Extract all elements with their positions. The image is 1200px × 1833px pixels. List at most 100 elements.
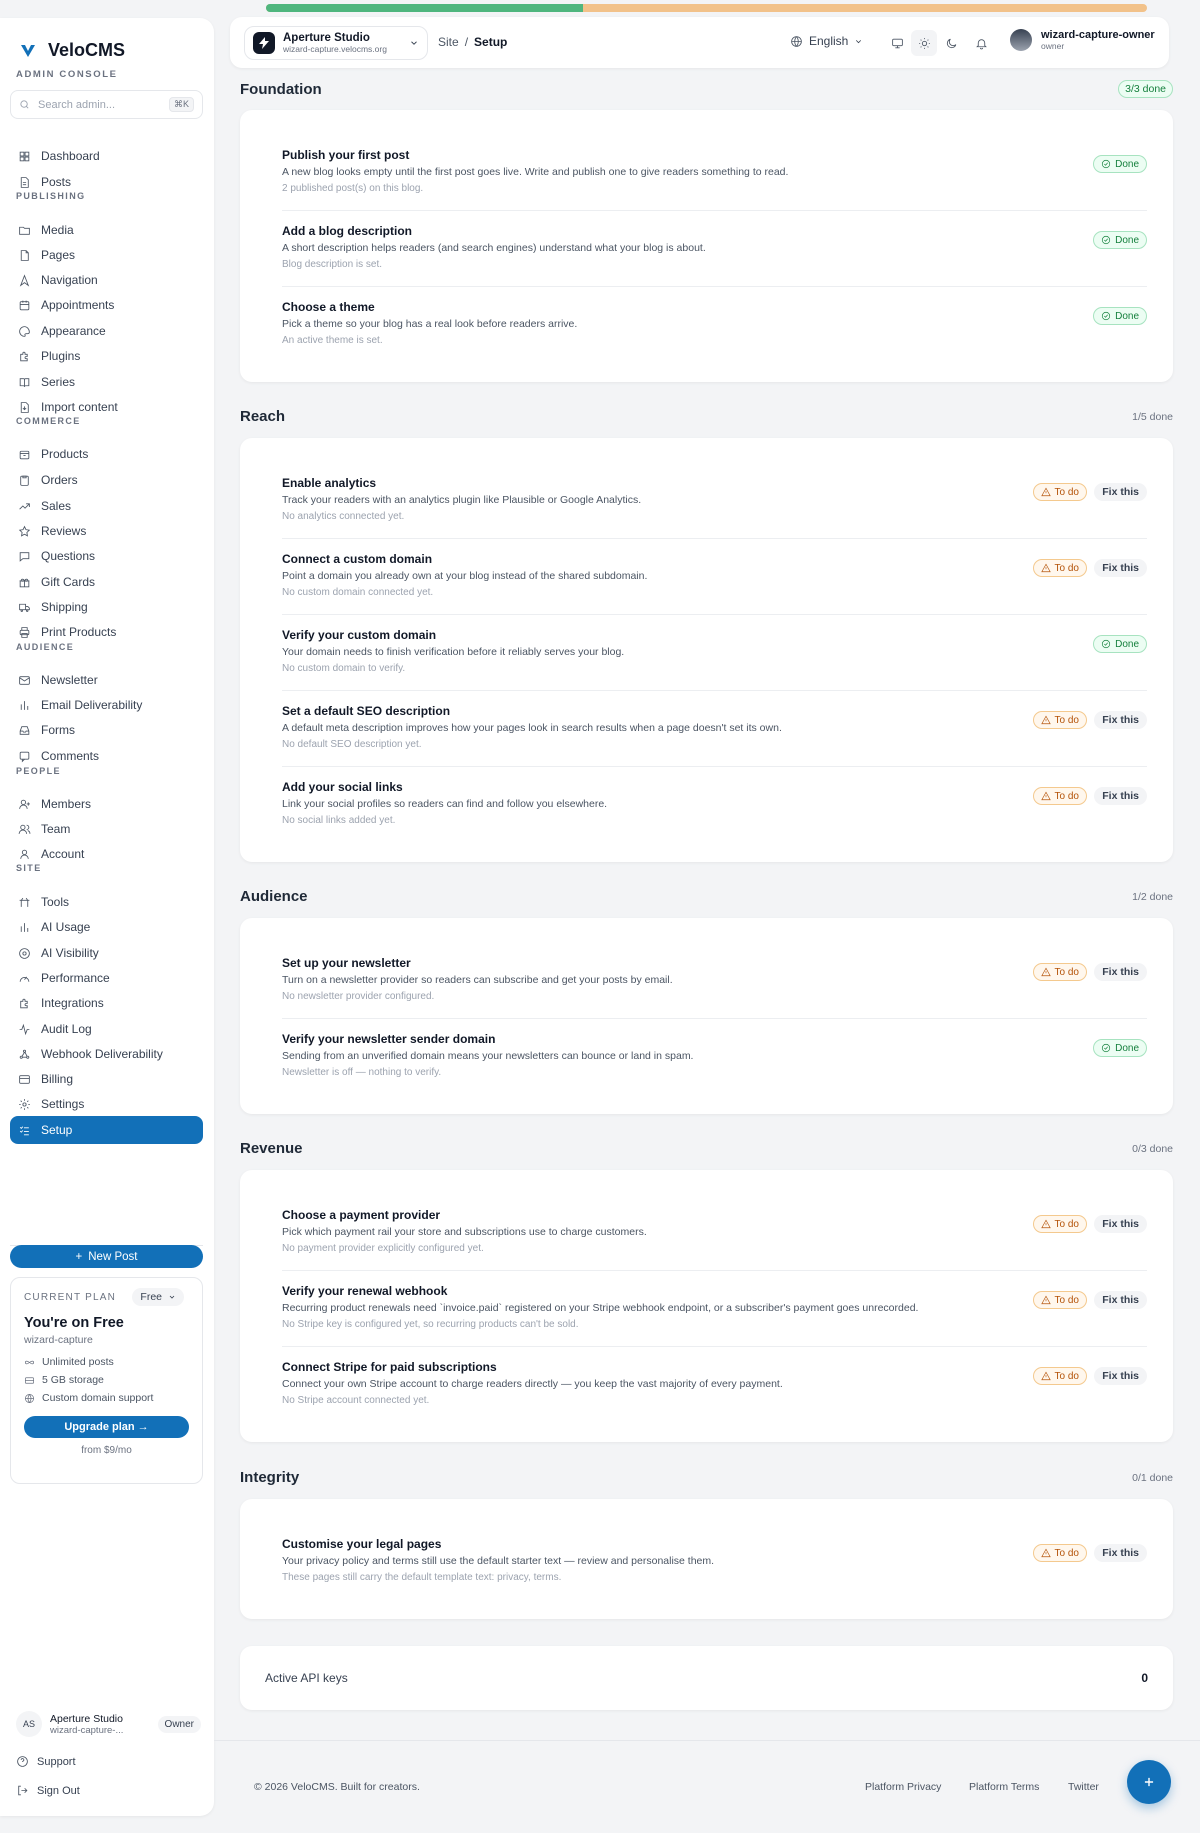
- task-description: A new blog looks empty until the first p…: [282, 166, 789, 178]
- fix-this-button[interactable]: Fix this: [1094, 1544, 1147, 1562]
- import-icon: [20, 401, 29, 413]
- sidebar-item-integrations[interactable]: Integrations: [10, 989, 203, 1017]
- moon-icon: [946, 38, 956, 48]
- footer-link-twitter[interactable]: Twitter: [1068, 1781, 1099, 1793]
- system-theme-button[interactable]: [884, 30, 910, 56]
- sidebar-item-newsletter[interactable]: Newsletter: [10, 666, 203, 694]
- mail-icon: [19, 675, 30, 685]
- chat-icon: [19, 551, 30, 562]
- upgrade-plan-button[interactable]: Upgrade plan →: [24, 1416, 189, 1438]
- task-status-note: No analytics connected yet.: [282, 511, 405, 522]
- sidebar-item-reviews[interactable]: Reviews: [10, 517, 203, 545]
- search-input[interactable]: Search admin... ⌘K: [10, 90, 203, 119]
- sidebar-item-performance[interactable]: Performance: [10, 964, 203, 992]
- sidebar-item-series[interactable]: Series: [10, 368, 203, 396]
- sidebar-item-settings[interactable]: Settings: [10, 1090, 203, 1118]
- fix-this-button[interactable]: Fix this: [1094, 559, 1147, 577]
- account-sub: wizard-capture-...: [50, 1724, 124, 1736]
- checklist-item: Add your social links Link your social pr…: [282, 780, 1147, 856]
- sidebar-item-forms[interactable]: Forms: [10, 716, 203, 744]
- fix-this-button[interactable]: Fix this: [1094, 711, 1147, 729]
- footer: © 2026 VeloCMS. Built for creators. Plat…: [214, 1740, 1200, 1833]
- support-link[interactable]: Support: [16, 1755, 76, 1768]
- account-switcher[interactable]: AS Aperture Studio wizard-capture-... Ow…: [16, 1711, 201, 1737]
- checklist-item: Connect a custom domain Point a domain yo…: [282, 552, 1147, 628]
- sidebar-item-label: Gift Cards: [41, 575, 96, 589]
- user-name: wizard-capture-owner: [1041, 29, 1155, 41]
- sidebar-item-dashboard[interactable]: Dashboard: [10, 142, 203, 170]
- breadcrumb-site[interactable]: Site: [438, 35, 459, 49]
- fix-this-button[interactable]: Fix this: [1094, 1215, 1147, 1233]
- sidebar-item-webhook-deliverability[interactable]: Webhook Deliverability: [10, 1040, 203, 1068]
- user-menu[interactable]: wizard-capture-owner owner: [1010, 29, 1155, 51]
- sidebar-item-label: Email Deliverability: [41, 698, 143, 712]
- light-theme-button[interactable]: [911, 30, 937, 56]
- sidebar-section-heading: COMMERCE: [16, 416, 81, 426]
- user-plus-icon: [19, 799, 30, 809]
- globe-icon: [25, 1393, 34, 1403]
- fix-this-button[interactable]: Fix this: [1094, 483, 1147, 501]
- checklist-item: Choose a payment provider Pick which paym…: [282, 1208, 1147, 1284]
- notifications-button[interactable]: [968, 30, 994, 56]
- sidebar-item-billing[interactable]: Billing: [10, 1065, 203, 1093]
- search-shortcut: ⌘K: [168, 97, 194, 112]
- section-title: Revenue: [240, 1140, 303, 1157]
- sidebar-item-ai-usage[interactable]: AI Usage: [10, 913, 203, 941]
- avatar: AS: [16, 1711, 42, 1737]
- sidebar-item-gift-cards[interactable]: Gift Cards: [10, 568, 203, 596]
- task-status-note: No newsletter provider configured.: [282, 991, 435, 1002]
- account-name: Aperture Studio: [50, 1712, 123, 1725]
- checklist-icon: [19, 1125, 29, 1135]
- sidebar-item-email-deliverability[interactable]: Email Deliverability: [10, 691, 203, 719]
- new-post-button[interactable]: + New Post: [10, 1245, 203, 1268]
- task-status-note: An active theme is set.: [282, 335, 383, 346]
- fix-this-button[interactable]: Fix this: [1094, 1367, 1147, 1385]
- language-selector[interactable]: English: [790, 34, 863, 48]
- help-circle-icon: [17, 1756, 28, 1767]
- dark-theme-button[interactable]: [938, 30, 964, 56]
- checklist-item: Choose a theme Pick a theme so your blog …: [282, 300, 1147, 376]
- sidebar-item-shipping[interactable]: Shipping: [10, 593, 203, 621]
- breadcrumb-current: Setup: [474, 35, 508, 49]
- sign-out-link[interactable]: Sign Out: [16, 1784, 80, 1797]
- sidebar-item-setup[interactable]: Setup: [10, 1116, 203, 1144]
- sidebar-item-members[interactable]: Members: [10, 790, 203, 818]
- sidebar-item-products[interactable]: Products: [10, 440, 203, 468]
- sidebar-item-ai-visibility[interactable]: AI Visibility: [10, 939, 203, 967]
- sidebar-item-label: Appearance: [41, 324, 106, 338]
- task-status-note: No Stripe key is configured yet, so recu…: [282, 1319, 579, 1330]
- quick-add-button[interactable]: [1127, 1760, 1171, 1804]
- gauge-icon: [19, 976, 30, 982]
- sidebar-item-plugins[interactable]: Plugins: [10, 342, 203, 370]
- warning-icon: [1040, 1371, 1051, 1381]
- site-switcher[interactable]: Aperture Studio wizard-capture.velocms.o…: [244, 26, 428, 60]
- sidebar-item-tools[interactable]: Tools: [10, 888, 203, 916]
- sidebar-item-label: Members: [41, 797, 92, 811]
- footer-link-privacy[interactable]: Platform Privacy: [865, 1781, 941, 1793]
- sidebar-item-appearance[interactable]: Appearance: [10, 317, 203, 345]
- brand[interactable]: VeloCMS: [18, 40, 125, 61]
- fix-this-button[interactable]: Fix this: [1094, 963, 1147, 981]
- star-icon: [18, 525, 31, 537]
- sidebar-item-questions[interactable]: Questions: [10, 542, 203, 570]
- sidebar-item-appointments[interactable]: Appointments: [10, 291, 203, 319]
- sidebar-item-orders[interactable]: Orders: [10, 466, 203, 494]
- brand-subtitle: ADMIN CONSOLE: [16, 69, 118, 80]
- sidebar-item-label: Orders: [41, 473, 78, 487]
- sidebar-item-sales[interactable]: Sales: [10, 492, 203, 520]
- section-progress: 0/1 done: [1132, 1471, 1173, 1484]
- checklist-item: Set up your newsletter Turn on a newslett…: [282, 956, 1147, 1032]
- sidebar-item-audit-log[interactable]: Audit Log: [10, 1015, 203, 1043]
- footer-link-terms[interactable]: Platform Terms: [969, 1781, 1039, 1793]
- sidebar-item-label: Comments: [41, 749, 100, 763]
- fix-this-button[interactable]: Fix this: [1094, 1291, 1147, 1309]
- logout-icon: [18, 1785, 28, 1796]
- plan-card: CURRENT PLAN Free You're on Free wizard-…: [10, 1277, 203, 1484]
- task-divider: [282, 1018, 1147, 1019]
- fix-this-button[interactable]: Fix this: [1094, 787, 1147, 805]
- sidebar-item-team[interactable]: Team: [10, 815, 203, 843]
- sidebar-item-navigation[interactable]: Navigation: [10, 266, 203, 294]
- plan-badge[interactable]: Free: [132, 1288, 184, 1306]
- sidebar-item-pages[interactable]: Pages: [10, 241, 203, 269]
- sidebar-item-media[interactable]: Media: [10, 216, 203, 244]
